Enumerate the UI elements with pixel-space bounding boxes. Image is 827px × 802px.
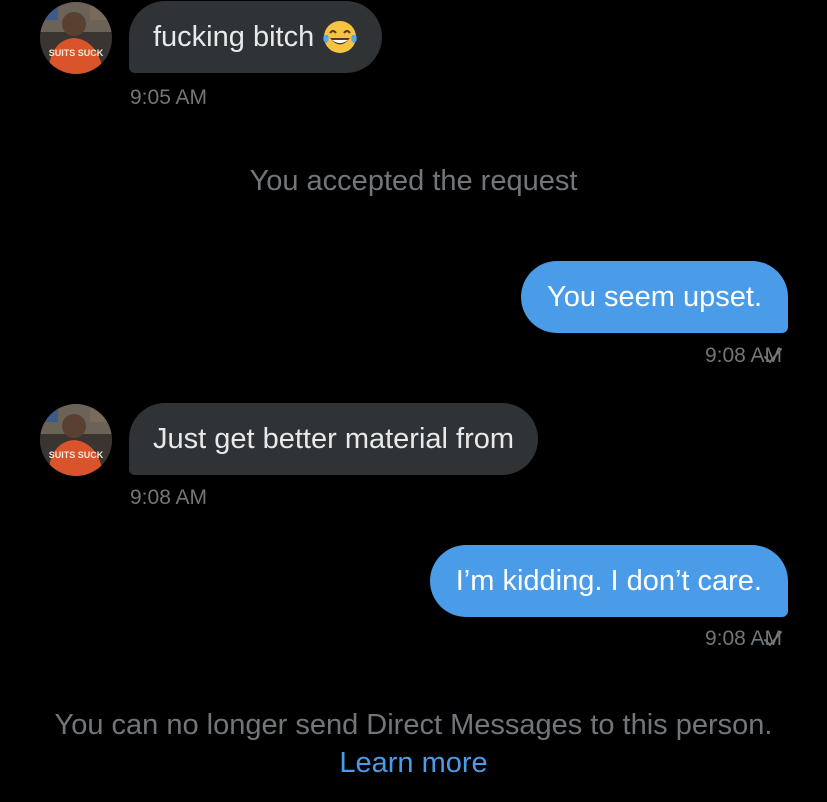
avatar-text: SUITS SUCK bbox=[49, 450, 104, 460]
incoming-message-bubble[interactable]: Just get better material from bbox=[129, 403, 539, 475]
message-timestamp: 9:08 AM bbox=[130, 486, 208, 509]
notice-text: You can no longer send Direct Messages t… bbox=[54, 709, 773, 741]
message-text: Just get better material from bbox=[153, 422, 515, 455]
incoming-message-bubble[interactable]: fucking bitch bbox=[129, 1, 383, 73]
sent-check-icon bbox=[764, 348, 782, 363]
outgoing-message-bubble[interactable]: You seem upset. bbox=[521, 261, 788, 333]
dm-disabled-notice: You can no longer send Direct Messages t… bbox=[40, 706, 787, 782]
system-message: You accepted the request bbox=[249, 165, 578, 197]
sent-check-icon bbox=[764, 631, 782, 646]
avatar-image: SUITS SUCK bbox=[40, 404, 112, 476]
sender-avatar[interactable]: SUITS SUCK bbox=[40, 2, 112, 74]
message-text: fucking bitch bbox=[153, 20, 315, 53]
learn-more-link[interactable]: Learn more bbox=[339, 747, 487, 779]
message-text: I’m kidding. I don’t care. bbox=[455, 564, 762, 597]
message-timestamp: 9:05 AM bbox=[130, 86, 208, 109]
sender-avatar[interactable]: SUITS SUCK bbox=[40, 404, 112, 476]
avatar-image: SUITS SUCK bbox=[40, 2, 112, 74]
outgoing-message-bubble[interactable]: I’m kidding. I don’t care. bbox=[429, 545, 788, 617]
message-text: You seem upset. bbox=[547, 280, 762, 313]
avatar-text: SUITS SUCK bbox=[49, 48, 104, 58]
face-with-tears-of-joy-icon bbox=[323, 21, 357, 53]
